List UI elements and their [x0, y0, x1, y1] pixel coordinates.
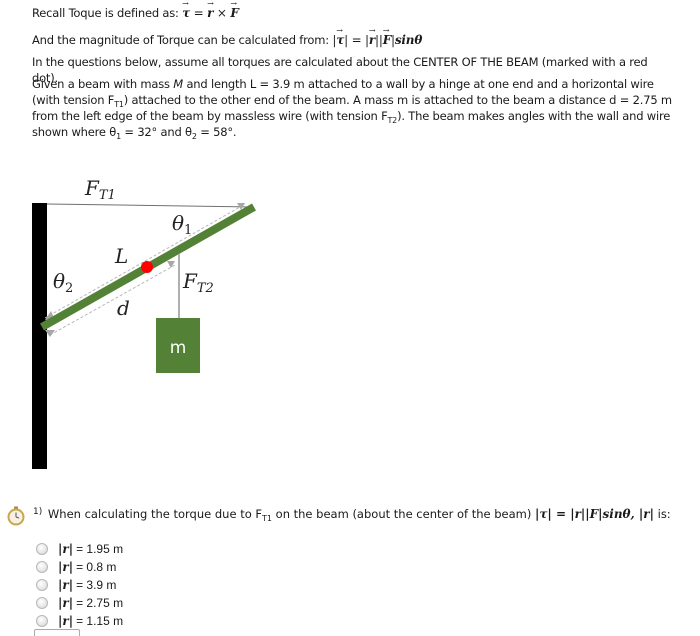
radio-button[interactable] — [36, 543, 48, 555]
wall — [32, 203, 47, 469]
torque-magnitude-formula: |τ| = |r||F|sinθ — [332, 23, 422, 47]
option-value: = 0.8 m — [76, 560, 117, 574]
stopwatch-icon — [7, 506, 25, 526]
label-theta1: θ1 — [172, 211, 192, 238]
torque-magnitude-text: And the magnitude of Torque can be calcu… — [32, 33, 333, 47]
answer-options: |r| = 1.95 m |r| = 0.8 m |r| = 3.9 m |r|… — [36, 540, 123, 630]
answer-option[interactable]: |r| = 2.75 m — [36, 594, 123, 612]
question-number: 1) — [33, 507, 43, 517]
radio-button[interactable] — [36, 579, 48, 591]
beam-diagram: m FT1 θ1 L FT2 θ2 d — [32, 176, 256, 469]
label-ft1: FT1 — [84, 176, 116, 203]
question-text: 1) When calculating the torque due to FT… — [33, 507, 671, 523]
label-ft2: FT2 — [182, 269, 214, 296]
label-distance: d — [117, 296, 130, 320]
option-value: = 3.9 m — [76, 578, 117, 592]
length-dimension-line — [44, 206, 241, 319]
answer-option[interactable]: |r| = 3.9 m — [36, 576, 123, 594]
option-value: = 1.15 m — [76, 614, 124, 628]
answer-option[interactable]: |r| = 1.95 m — [36, 540, 123, 558]
label-theta2: θ2 — [53, 269, 73, 296]
torque-definition-text: Recall Toque is defined as: — [32, 6, 183, 20]
problem-statement: Given a beam with mass M and length L = … — [32, 77, 672, 141]
option-value: = 1.95 m — [76, 542, 124, 556]
radio-button[interactable] — [36, 561, 48, 573]
torque-magnitude: And the magnitude of Torque can be calcu… — [32, 23, 672, 48]
torque-definition: Recall Toque is defined as: τ = r × F — [32, 0, 672, 21]
mass-label: m — [170, 338, 187, 358]
radio-button[interactable] — [36, 615, 48, 627]
option-value: = 2.75 m — [76, 596, 124, 610]
beam-center-dot — [141, 261, 153, 273]
answer-option[interactable]: |r| = 0.8 m — [36, 558, 123, 576]
radio-button[interactable] — [36, 597, 48, 609]
torque-definition-formula: τ = r × F — [182, 0, 239, 20]
label-length: L — [114, 244, 128, 268]
wire-ft1 — [46, 203, 254, 208]
dimension-arrow-d — [167, 261, 175, 268]
answer-option[interactable]: |r| = 1.15 m — [36, 612, 123, 630]
